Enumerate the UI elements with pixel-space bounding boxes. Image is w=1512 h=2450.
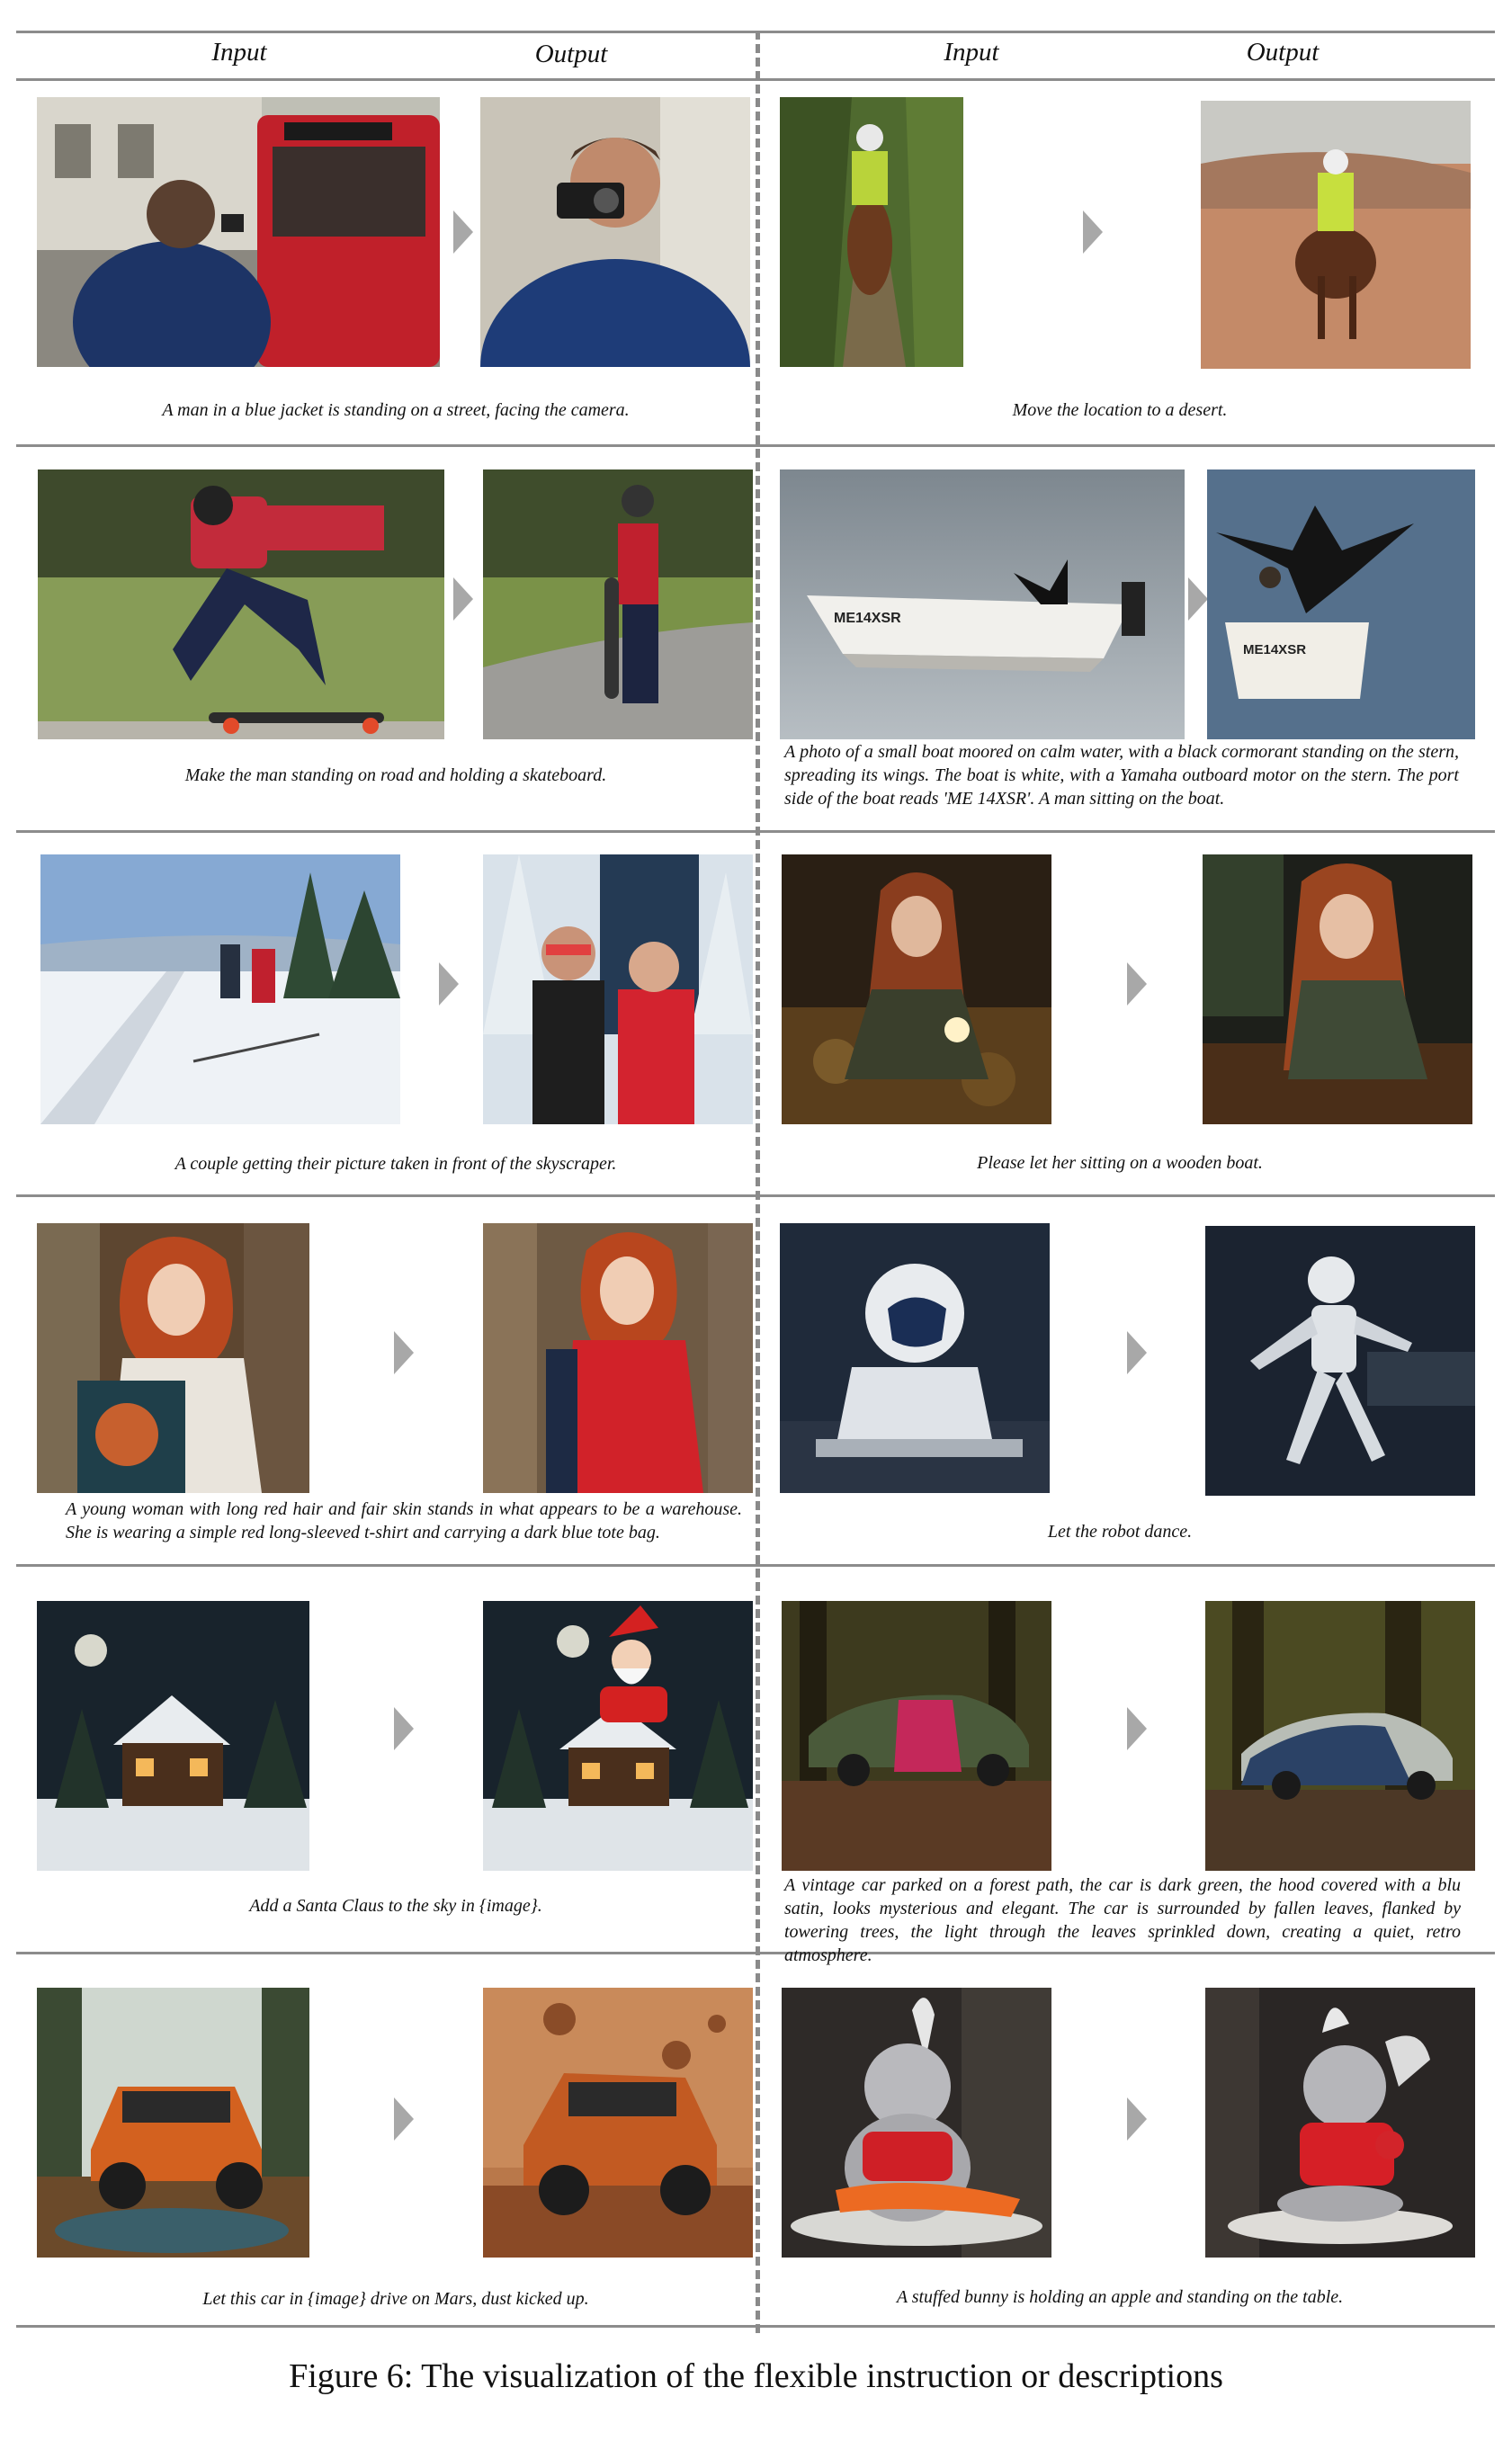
r3-left-arrow-icon <box>439 962 459 1006</box>
header-right-input: Input <box>944 38 999 67</box>
r2-output-hull-text: ME14XSR <box>1243 642 1306 657</box>
r1-left-output-image <box>480 97 750 367</box>
r2-left-arrow-icon <box>453 577 473 621</box>
header-left-output: Output <box>534 40 608 68</box>
r2-input-hull-text: ME14XSR <box>834 611 901 626</box>
r5-right-input-image <box>782 1601 1051 1871</box>
r2-left-input-image <box>38 469 444 739</box>
r2-right-input-image: ME14XSR <box>780 469 1185 739</box>
r4-right-output-image <box>1205 1226 1475 1496</box>
r1-right-input-image <box>780 97 963 367</box>
r2-right-output-image: ME14XSR <box>1207 469 1475 739</box>
r4-left-caption: A young woman with long red hair and fai… <box>66 1499 742 1542</box>
r4-right-arrow-icon <box>1127 1331 1147 1374</box>
r4-left-input-image <box>37 1223 309 1493</box>
r6-right-caption: A stuffed bunny is holding an apple and … <box>896 2287 1344 2307</box>
r1-right-caption: Move the location to a desert. <box>1012 400 1228 420</box>
r6-right-input-image <box>782 1988 1051 2258</box>
r5-left-output-image <box>483 1601 753 1871</box>
r1-left-arrow-icon <box>453 210 473 254</box>
column-divider <box>756 31 760 2333</box>
r3-left-input-image <box>40 854 400 1124</box>
r5-right-caption: A vintage car parked on a forest path, t… <box>784 1875 1461 1965</box>
r6-right-arrow-icon <box>1127 2097 1147 2141</box>
r4-left-output-image <box>483 1223 753 1493</box>
r5-left-input-image <box>37 1601 309 1871</box>
r5-left-arrow-icon <box>394 1707 414 1750</box>
r3-left-caption: A couple getting their picture taken in … <box>174 1154 617 1174</box>
header-right-output: Output <box>1246 38 1320 67</box>
header-left-input: Input <box>211 38 267 67</box>
r1-right-arrow-icon <box>1083 210 1103 254</box>
r1-left-input-image <box>37 97 440 367</box>
r1-right-output-image <box>1201 101 1471 369</box>
r6-left-caption: Let this car in {image} drive on Mars, d… <box>202 2289 589 2309</box>
r3-right-input-image <box>782 854 1051 1124</box>
r3-right-output-image <box>1203 854 1472 1124</box>
r2-right-caption: A photo of a small boat moored on calm w… <box>784 742 1459 809</box>
r6-left-output-image <box>483 1988 753 2258</box>
r5-left-caption: Add a Santa Claus to the sky in {image}. <box>249 1896 542 1916</box>
r4-right-input-image <box>780 1223 1050 1493</box>
r5-right-output-image <box>1205 1601 1475 1871</box>
r3-left-output-image <box>483 854 753 1124</box>
r5-right-arrow-icon <box>1127 1707 1147 1750</box>
r1-left-caption: A man in a blue jacket is standing on a … <box>162 400 630 420</box>
r6-right-output-image <box>1205 1988 1475 2258</box>
r4-left-arrow-icon <box>394 1331 414 1374</box>
r3-right-arrow-icon <box>1127 962 1147 1006</box>
r6-left-arrow-icon <box>394 2097 414 2141</box>
r6-left-input-image <box>37 1988 309 2258</box>
r3-right-caption: Please let her sitting on a wooden boat. <box>977 1153 1263 1173</box>
r2-left-caption: Make the man standing on road and holdin… <box>184 765 607 785</box>
r2-left-output-image <box>483 469 753 739</box>
figure-caption: Figure 6: The visualization of the flexi… <box>289 2357 1223 2395</box>
r2-right-arrow-icon <box>1188 577 1208 621</box>
r4-right-caption: Let the robot dance. <box>1047 1522 1193 1542</box>
